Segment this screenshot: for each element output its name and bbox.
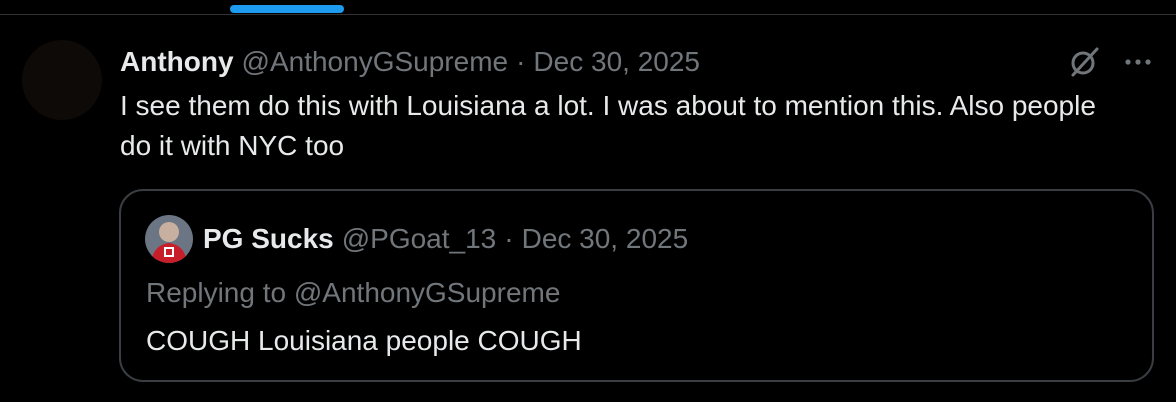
- tweet-header: Anthony @AnthonyGSupreme · Dec 30, 2025: [120, 42, 700, 82]
- separator-dot: ·: [504, 223, 514, 254]
- quote-header: PG Sucks @PGoat_13 · Dec 30, 2025: [203, 219, 688, 259]
- more-icon[interactable]: [1120, 44, 1156, 80]
- quote-text: COUGH Louisiana people COUGH: [146, 325, 582, 356]
- quote-date[interactable]: Dec 30, 2025: [522, 223, 689, 255]
- quote-author-name[interactable]: PG Sucks: [203, 223, 334, 255]
- quoted-tweet-card[interactable]: PG Sucks @PGoat_13 · Dec 30, 2025 Replyi…: [119, 189, 1154, 382]
- author-handle[interactable]: @AnthonyGSupreme: [242, 46, 509, 78]
- avatar[interactable]: [22, 40, 102, 120]
- grok-icon[interactable]: [1066, 44, 1102, 80]
- separator-dot: ·: [516, 46, 526, 77]
- active-tab-indicator: [230, 5, 344, 13]
- divider: [0, 14, 1176, 15]
- author-name[interactable]: Anthony: [120, 46, 234, 78]
- quote-avatar[interactable]: [145, 215, 193, 263]
- replying-to-label: Replying to @AnthonyGSupreme: [146, 277, 561, 308]
- tweet-date[interactable]: Dec 30, 2025: [533, 46, 700, 78]
- tweet-text: I see them do this with Louisiana a lot.…: [120, 90, 1096, 161]
- quote-author-handle[interactable]: @PGoat_13: [342, 223, 497, 255]
- tweet-page: Anthony @AnthonyGSupreme · Dec 30, 2025 …: [0, 0, 1176, 402]
